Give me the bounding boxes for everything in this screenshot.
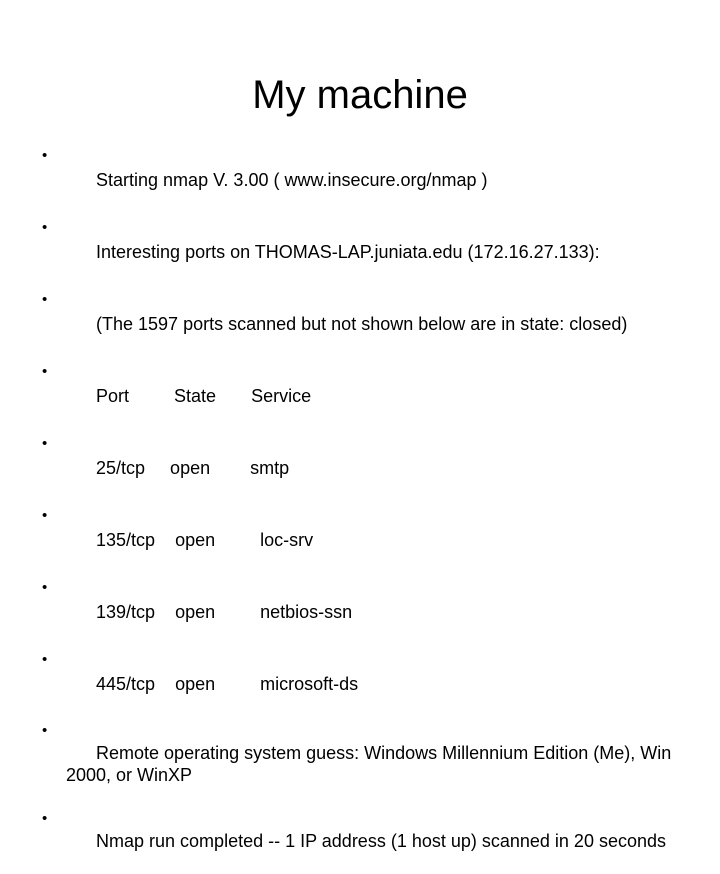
bullet-text: (The 1597 ports scanned but not shown be…: [96, 314, 628, 334]
list-item-port-445-tcp: 445/tcp open microsoft-ds: [36, 648, 684, 720]
slide: My machine Starting nmap V. 3.00 ( www.i…: [0, 0, 720, 851]
bullet-text: 25/tcp open smtp: [96, 458, 290, 478]
bullet-text: Nmap run completed -- 1 IP address (1 ho…: [96, 831, 666, 851]
list-item-closed-ports-note: (The 1597 ports scanned but not shown be…: [36, 288, 684, 360]
list-item-nmap-run-completed: Nmap run completed -- 1 IP address (1 ho…: [36, 808, 684, 874]
list-item-interesting-ports: Interesting ports on THOMAS-LAP.juniata.…: [36, 216, 684, 288]
bullet-text: 135/tcp open loc-srv: [96, 530, 314, 550]
list-item-port-139-tcp: 139/tcp open netbios-ssn: [36, 576, 684, 648]
list-item-port-135-tcp: 135/tcp open loc-srv: [36, 504, 684, 576]
page-title: My machine: [252, 72, 468, 117]
bullet-text: 445/tcp open microsoft-ds: [96, 674, 359, 694]
bullet-text: Starting nmap V. 3.00 ( www.insecure.org…: [96, 170, 488, 190]
list-item-port-25-tcp: 25/tcp open smtp: [36, 432, 684, 504]
bullet-text: Port State Service: [96, 386, 312, 406]
bullet-text: Remote operating system guess: Windows M…: [66, 743, 677, 785]
bullet-text: Interesting ports on THOMAS-LAP.juniata.…: [96, 242, 600, 262]
bullet-text: 139/tcp open netbios-ssn: [96, 602, 353, 622]
list-item-starting-nmap: Starting nmap V. 3.00 ( www.insecure.org…: [36, 144, 684, 216]
bullet-list: Starting nmap V. 3.00 ( www.insecure.org…: [36, 144, 684, 874]
list-item-os-guess: Remote operating system guess: Windows M…: [36, 720, 684, 808]
list-item-port-table-header: Port State Service: [36, 360, 684, 432]
